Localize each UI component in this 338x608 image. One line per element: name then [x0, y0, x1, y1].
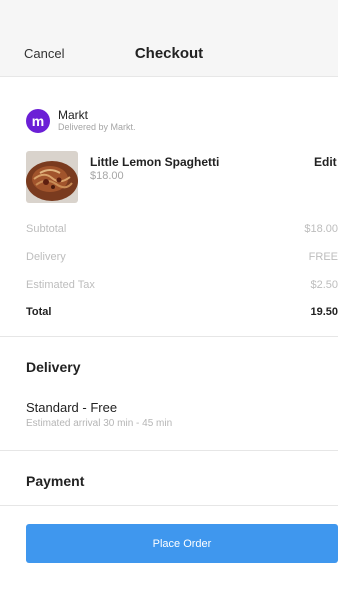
edit-item-button[interactable]: Edit — [314, 155, 338, 169]
place-order-label: Place Order — [152, 537, 212, 550]
delivery-option[interactable]: Standard - Free — [26, 400, 117, 415]
store-subtitle: Delivered by Markt. — [58, 122, 136, 132]
divider — [0, 450, 338, 451]
divider — [0, 336, 338, 337]
item-image — [26, 151, 78, 203]
item-name: Little Lemon Spaghetti — [90, 155, 220, 169]
store-logo: m — [26, 108, 50, 133]
total-value: 19.50 — [310, 306, 338, 318]
delivery-fee-label: Delivery — [26, 251, 66, 263]
subtotal-value: $18.00 — [304, 223, 338, 235]
total-label: Total — [26, 306, 52, 318]
tax-value: $2.50 — [310, 279, 338, 291]
item-price: $18.00 — [90, 170, 124, 182]
store-text: Markt Delivered by Markt. — [58, 108, 136, 133]
store-name: Markt — [58, 108, 88, 122]
tax-label: Estimated Tax — [26, 279, 95, 291]
delivery-fee-value: FREE — [308, 251, 338, 263]
payment-section-title[interactable]: Payment — [26, 473, 84, 489]
delivery-estimate: Estimated arrival 30 min - 45 min — [26, 418, 173, 429]
store-info: m Markt Delivered by Markt. — [26, 108, 136, 133]
place-order-button[interactable]: Place Order — [26, 524, 338, 563]
delivery-section-title: Delivery — [26, 359, 81, 375]
page-title: Checkout — [134, 45, 204, 62]
divider — [0, 505, 338, 506]
header: Cancel Checkout — [0, 0, 338, 77]
subtotal-label: Subtotal — [26, 223, 67, 235]
